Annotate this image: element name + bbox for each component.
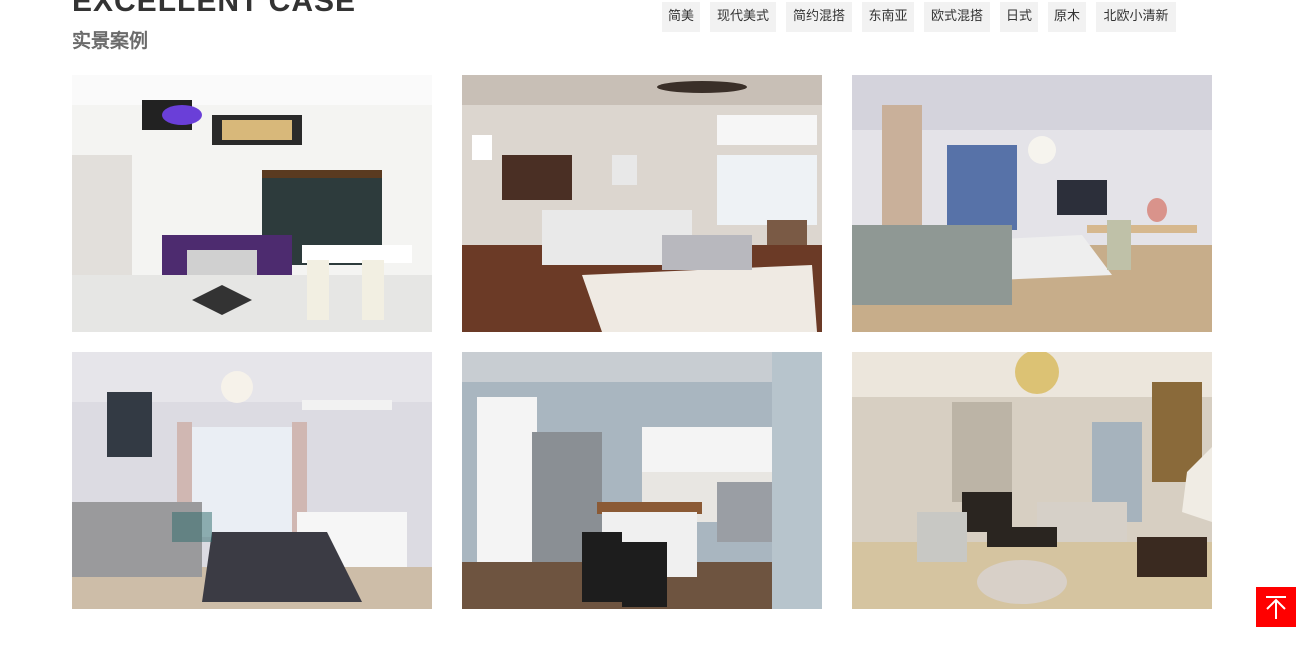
filter-tag-log-wood[interactable]: 原木 [1048, 2, 1086, 32]
living-room-photo [72, 75, 432, 332]
case-image-1[interactable] [72, 75, 432, 332]
case-image-3[interactable] [852, 75, 1212, 332]
arrow-up-icon [1266, 596, 1286, 619]
case-image-5[interactable] [462, 352, 822, 609]
case-image-6[interactable] [852, 352, 1212, 609]
filter-tag-european-mix[interactable]: 欧式混搭 [924, 2, 990, 32]
kitchen-living-photo [462, 75, 822, 332]
filter-tag-modern-american[interactable]: 现代美式 [710, 2, 776, 32]
kitchen-photo [462, 352, 822, 609]
bright-living-photo [852, 75, 1212, 332]
section-title-en: EXCELLENT CASE [72, 0, 357, 18]
european-living-photo [852, 352, 1212, 609]
grey-living-photo [72, 352, 432, 609]
filter-tag-nordic-fresh[interactable]: 北欧小清新 [1096, 2, 1176, 32]
case-image-2[interactable] [462, 75, 822, 332]
back-to-top-button[interactable] [1256, 587, 1296, 627]
section-title-cn: 实景案例 [72, 30, 149, 52]
case-image-4[interactable] [72, 352, 432, 609]
filter-tag-simple-mix[interactable]: 简约混搭 [786, 2, 852, 32]
filter-tag-jianmei[interactable]: 简美 [662, 2, 700, 32]
filter-tag-southeast-asia[interactable]: 东南亚 [862, 2, 914, 32]
filter-tag-japanese[interactable]: 日式 [1000, 2, 1038, 32]
